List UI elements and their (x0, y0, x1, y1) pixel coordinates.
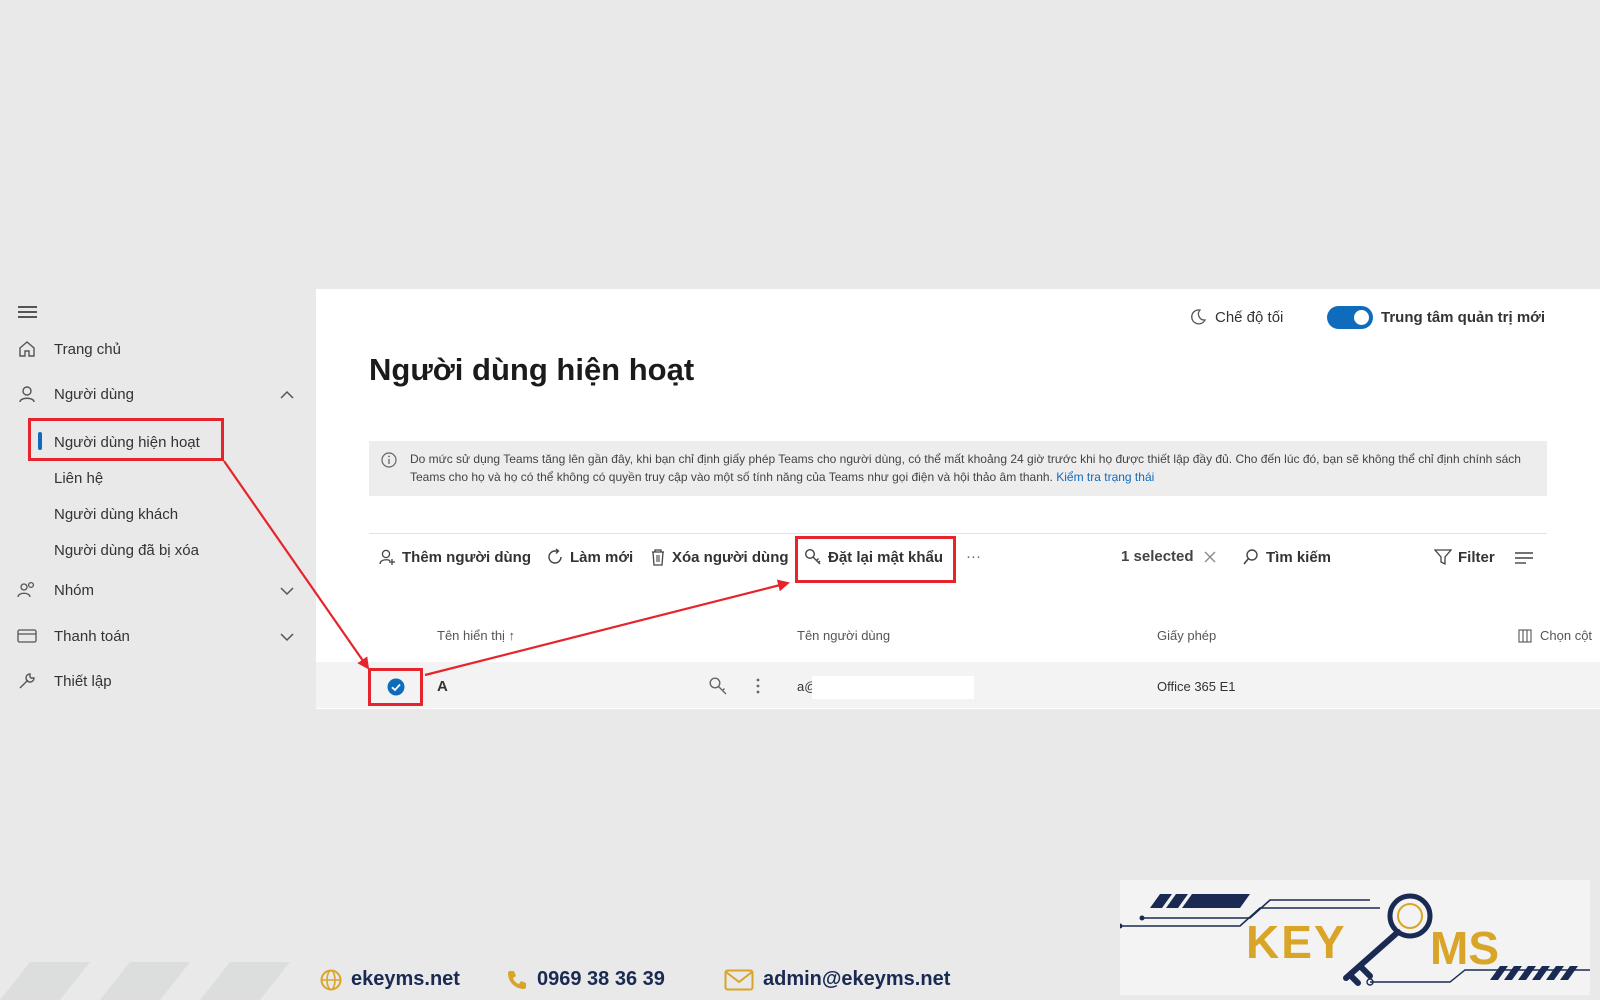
user-icon (16, 385, 38, 403)
new-admin-center-label: Trung tâm quản trị mới (1381, 309, 1546, 326)
sidebar-item-label: Thanh toán (54, 627, 130, 645)
toggle-knob (1354, 310, 1369, 325)
refresh-label: Làm mới (570, 548, 634, 566)
search-label: Tìm kiếm (1266, 548, 1332, 566)
sidebar-subitem-deleted-users[interactable]: Người dùng đã bị xóa (54, 535, 199, 565)
svg-text:MS: MS (1430, 922, 1499, 974)
filter-label: Filter (1458, 548, 1495, 566)
trash-icon (650, 548, 666, 566)
column-header-username[interactable]: Tên người dùng (797, 628, 890, 643)
chevron-up-icon[interactable] (280, 387, 294, 404)
svg-text:KEY: KEY (1246, 916, 1347, 968)
new-admin-center-toggle[interactable] (1327, 306, 1373, 329)
dark-mode-label: Chế độ tối (1215, 308, 1284, 326)
credit-card-icon (16, 628, 38, 644)
phone-label: 0969 38 36 39 (537, 968, 665, 990)
search-box[interactable]: Tìm kiếm (1242, 548, 1331, 566)
sidebar-item-users[interactable]: Người dùng (0, 376, 310, 412)
add-user-label: Thêm người dùng (402, 548, 532, 566)
phone-icon (506, 969, 528, 991)
sidebar-item-label: Nhóm (54, 581, 95, 599)
row-display-name[interactable]: A (437, 678, 448, 695)
info-notice: Do mức sử dụng Teams tăng lên gần đây, k… (369, 441, 1547, 496)
page-title: Người dùng hiện hoạt (369, 352, 695, 387)
selected-label: 1 selected (1121, 548, 1194, 565)
footer-email[interactable]: admin@ekeyms.net (724, 968, 950, 991)
sidebar-subitem-guest-users[interactable]: Người dùng khách (54, 499, 178, 529)
home-icon (16, 340, 38, 358)
sidebar-item-setup[interactable]: Thiết lập (0, 663, 310, 699)
highlight-box-checkbox (368, 668, 423, 706)
chevron-down-icon[interactable] (280, 583, 294, 600)
filter-icon (1434, 548, 1452, 566)
sidebar-item-label: Người dùng (54, 385, 134, 403)
highlight-box-reset-password (795, 536, 956, 583)
column-header-display-name[interactable]: Tên hiển thị ↑ (437, 628, 515, 643)
footer-phone[interactable]: 0969 38 36 39 (506, 968, 665, 991)
footer-website[interactable]: ekeyms.net (320, 968, 460, 991)
email-label: admin@ekeyms.net (763, 968, 951, 990)
globe-icon (320, 969, 342, 991)
moon-icon (1189, 308, 1207, 326)
close-icon[interactable] (1203, 550, 1217, 564)
dark-mode-button[interactable]: Chế độ tối (1189, 308, 1283, 326)
check-status-link[interactable]: Kiểm tra trạng thái (1056, 470, 1154, 484)
mail-icon (724, 969, 754, 991)
wrench-icon (16, 672, 38, 690)
row-key-icon[interactable] (708, 676, 728, 701)
view-options-icon[interactable] (1515, 552, 1535, 571)
sidebar-subitem-contacts[interactable]: Liên hệ (54, 463, 103, 493)
sidebar-item-home[interactable]: Trang chủ (0, 331, 310, 367)
add-user-icon (378, 548, 396, 566)
column-header-license[interactable]: Giấy phép (1157, 628, 1216, 643)
add-user-button[interactable]: Thêm người dùng (378, 548, 531, 566)
choose-columns-button[interactable]: Chọn cột (1518, 628, 1592, 643)
website-label: ekeyms.net (351, 968, 460, 990)
selected-count: 1 selected (1121, 548, 1217, 565)
choose-columns-label: Chọn cột (1540, 628, 1593, 643)
refresh-button[interactable]: Làm mới (546, 548, 633, 566)
group-icon (16, 581, 38, 599)
columns-icon (1518, 628, 1532, 643)
divider (369, 533, 1547, 534)
delete-user-button[interactable]: Xóa người dùng (650, 548, 789, 566)
delete-user-label: Xóa người dùng (672, 548, 789, 566)
refresh-icon (546, 548, 564, 566)
info-icon (381, 452, 397, 473)
filter-button[interactable]: Filter (1434, 548, 1495, 566)
hamburger-menu-icon[interactable] (18, 303, 37, 321)
row-license: Office 365 E1 (1157, 679, 1236, 694)
more-actions-button[interactable]: ··· (966, 548, 981, 565)
chevron-down-icon[interactable] (280, 629, 294, 646)
keyms-logo: KEY MS (1120, 880, 1590, 995)
sidebar-item-groups[interactable]: Nhóm (0, 572, 310, 608)
sidebar-item-billing[interactable]: Thanh toán (0, 618, 310, 654)
sidebar-item-label: Trang chủ (54, 340, 121, 358)
sidebar-item-label: Thiết lập (54, 672, 112, 690)
row-more-icon[interactable] (755, 677, 761, 700)
highlight-box-active-users (28, 418, 224, 461)
redacted-area (812, 676, 974, 699)
notice-text: Do mức sử dụng Teams tăng lên gần đây, k… (410, 452, 1521, 484)
search-icon (1242, 548, 1260, 566)
